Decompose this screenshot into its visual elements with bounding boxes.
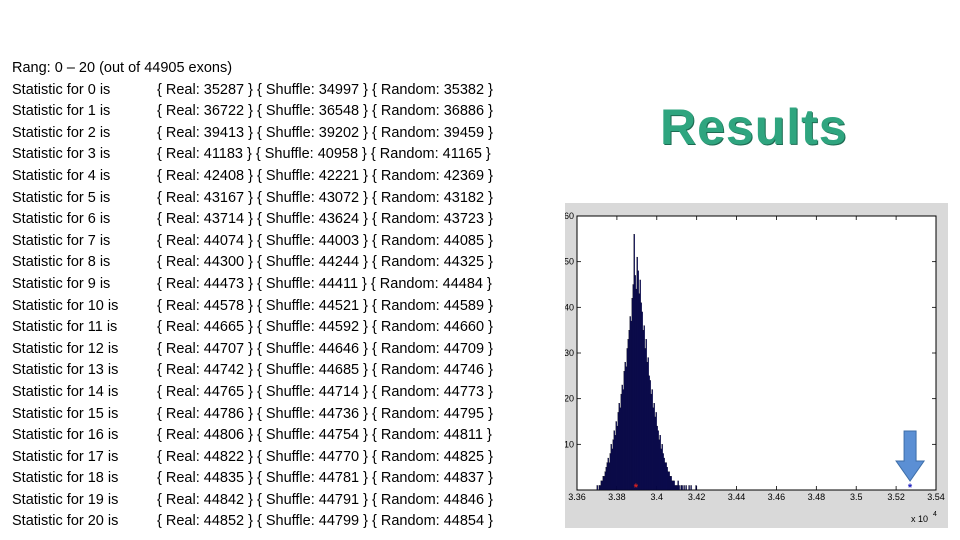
y-tick-label: 30 xyxy=(565,348,574,358)
statistic-label: Statistic for 20 is xyxy=(12,513,119,530)
statistic-values: { Real: 44578 } { Shuffle: 44521 } { Ran… xyxy=(157,297,493,314)
statistic-values: { Real: 44842 } { Shuffle: 44791 } { Ran… xyxy=(157,491,493,508)
statistic-label: Statistic for 12 is xyxy=(12,340,119,357)
statistic-values: { Real: 44707 } { Shuffle: 44646 } { Ran… xyxy=(157,340,493,357)
statistic-label: Statistic for 18 is xyxy=(12,470,119,487)
statistic-values: { Real: 44852 } { Shuffle: 44799 } { Ran… xyxy=(157,513,493,530)
histogram-bar xyxy=(690,485,692,491)
x-tick-label: 3.52 xyxy=(887,492,905,502)
statistic-row: Statistic for 9 is { Real: 44473 } { Shuf… xyxy=(12,274,552,296)
statistic-row: Statistic for 3 is { Real: 41183 } { Shuf… xyxy=(12,144,552,166)
statistic-row: Statistic for 17 is { Real: 44822 } { Shu… xyxy=(12,447,552,469)
statistic-label: Statistic for 9 is xyxy=(12,275,111,292)
histogram-bar xyxy=(683,485,685,491)
statistic-row: Statistic for 14 is { Real: 44765 } { Shu… xyxy=(12,382,552,404)
statistics-text-block: Rang: 0 – 20 (out of 44905 exons) Statis… xyxy=(12,58,552,533)
histogram-bar xyxy=(678,485,680,491)
statistic-label: Statistic for 5 is xyxy=(12,189,111,206)
statistic-values: { Real: 43167 } { Shuffle: 43072 } { Ran… xyxy=(157,189,493,206)
statistic-label: Statistic for 11 is xyxy=(12,319,118,336)
statistic-rows: Statistic for 0 is { Real: 35287 } { Shuf… xyxy=(12,80,552,533)
y-tick-label: 10 xyxy=(565,439,574,449)
statistic-values: { Real: 44665 } { Shuffle: 44592 } { Ran… xyxy=(157,319,493,336)
x-tick-label: 3.46 xyxy=(768,492,786,502)
y-tick-label: 20 xyxy=(565,394,574,404)
statistic-label: Statistic for 16 is xyxy=(12,427,119,444)
y-tick-label: 60 xyxy=(565,211,574,221)
statistic-label: Statistic for 7 is xyxy=(12,232,111,249)
y-tick-label: 40 xyxy=(565,302,574,312)
statistic-label: Statistic for 13 is xyxy=(12,362,119,379)
x-tick-label: 3.44 xyxy=(728,492,746,502)
statistic-row: Statistic for 12 is { Real: 44707 } { Shu… xyxy=(12,339,552,361)
histogram-bar xyxy=(681,485,683,491)
y-tick-label: 50 xyxy=(565,257,574,267)
x-tick-label: 3.54 xyxy=(927,492,945,502)
statistic-label: Statistic for 10 is xyxy=(12,297,119,314)
statistic-values: { Real: 44473 } { Shuffle: 44411 } { Ran… xyxy=(157,275,492,292)
statistic-values: { Real: 43714 } { Shuffle: 43624 } { Ran… xyxy=(157,211,493,228)
statistic-row: Statistic for 5 is { Real: 43167 } { Shuf… xyxy=(12,188,552,210)
statistic-row: Statistic for 0 is { Real: 35287 } { Shuf… xyxy=(12,80,552,102)
statistic-label: Statistic for 6 is xyxy=(12,211,111,228)
results-title: Results xyxy=(660,99,848,155)
statistic-values: { Real: 35287 } { Shuffle: 34997 } { Ran… xyxy=(157,81,493,98)
statistic-values: { Real: 41183 } { Shuffle: 40958 } { Ran… xyxy=(157,146,491,163)
histogram-chart: 10 20 30 40 50 60 3.36 3.38 3.4 3.42 3.44 3.46 3.48… xyxy=(565,203,948,528)
statistic-values: { Real: 44806 } { Shuffle: 44754 } { Ran… xyxy=(157,427,492,444)
histogram-bar xyxy=(685,485,687,491)
statistic-row: Statistic for 8 is { Real: 44300 } { Shuf… xyxy=(12,252,552,274)
statistic-values: { Real: 44765 } { Shuffle: 44714 } { Ran… xyxy=(157,383,493,400)
x-tick-label: 3.48 xyxy=(808,492,826,502)
statistic-label: Statistic for 3 is xyxy=(12,146,111,163)
x-tick-label: 3.36 xyxy=(568,492,586,502)
real-value-marker: * xyxy=(634,482,639,494)
statistic-label: Statistic for 8 is xyxy=(12,254,111,271)
statistic-row: Statistic for 10 is { Real: 44578 } { Shu… xyxy=(12,296,552,318)
statistic-row: Statistic for 19 is { Real: 44842 } { Shu… xyxy=(12,490,552,512)
statistic-values: { Real: 44835 } { Shuffle: 44781 } { Ran… xyxy=(157,470,493,487)
statistic-label: Statistic for 4 is xyxy=(12,167,111,184)
statistic-label: Statistic for 14 is xyxy=(12,383,119,400)
statistic-row: Statistic for 16 is { Real: 44806 } { Shu… xyxy=(12,425,552,447)
x-tick-label: 3.38 xyxy=(608,492,626,502)
statistic-label: Statistic for 15 is xyxy=(12,405,119,422)
histogram-bar xyxy=(596,485,598,491)
x-axis-multiplier-label: x 10 xyxy=(911,514,928,524)
statistic-values: { Real: 44074 } { Shuffle: 44003 } { Ran… xyxy=(157,232,493,249)
statistic-values: { Real: 44786 } { Shuffle: 44736 } { Ran… xyxy=(157,405,493,422)
statistic-row: Statistic for 18 is { Real: 44835 } { Shu… xyxy=(12,468,552,490)
statistic-row: Statistic for 20 is { Real: 44852 } { Shu… xyxy=(12,511,552,533)
x-tick-label: 3.5 xyxy=(850,492,863,502)
statistic-values: { Real: 36722 } { Shuffle: 36548 } { Ran… xyxy=(157,103,493,120)
histogram-bar xyxy=(688,485,690,491)
statistic-row: Statistic for 7 is { Real: 44074 } { Shuf… xyxy=(12,231,552,253)
statistic-row: Statistic for 2 is { Real: 39413 } { Shuf… xyxy=(12,123,552,145)
blue-value-marker: * xyxy=(908,482,913,494)
statistic-values: { Real: 39413 } { Shuffle: 39202 } { Ran… xyxy=(157,124,493,141)
x-tick-label: 3.42 xyxy=(688,492,706,502)
statistic-values: { Real: 44742 } { Shuffle: 44685 } { Ran… xyxy=(157,362,493,379)
x-tick-label: 3.4 xyxy=(651,492,664,502)
statistic-row: Statistic for 11 is { Real: 44665 } { Shu… xyxy=(12,317,552,339)
statistic-row: Statistic for 15 is { Real: 44786 } { Shu… xyxy=(12,404,552,426)
statistic-row: Statistic for 13 is { Real: 44742 } { Shu… xyxy=(12,360,552,382)
statistic-label: Statistic for 17 is xyxy=(12,448,119,465)
statistic-row: Statistic for 4 is { Real: 42408 } { Shuf… xyxy=(12,166,552,188)
statistic-values: { Real: 42408 } { Shuffle: 42221 } { Ran… xyxy=(157,167,493,184)
histogram-bar xyxy=(695,485,697,491)
statistic-values: { Real: 44300 } { Shuffle: 44244 } { Ran… xyxy=(157,254,493,271)
statistic-label: Statistic for 1 is xyxy=(12,103,111,120)
statistic-label: Statistic for 0 is xyxy=(12,81,111,98)
statistic-values: { Real: 44822 } { Shuffle: 44770 } { Ran… xyxy=(157,448,493,465)
statistic-row: Statistic for 1 is { Real: 36722 } { Shuf… xyxy=(12,101,552,123)
statistic-label: Statistic for 2 is xyxy=(12,124,111,141)
statistic-row: Statistic for 6 is { Real: 43714 } { Shuf… xyxy=(12,209,552,231)
range-header: Rang: 0 – 20 (out of 44905 exons) xyxy=(12,60,233,76)
x-axis-multiplier-exponent: 4 xyxy=(933,511,937,518)
statistic-label: Statistic for 19 is xyxy=(12,491,119,508)
